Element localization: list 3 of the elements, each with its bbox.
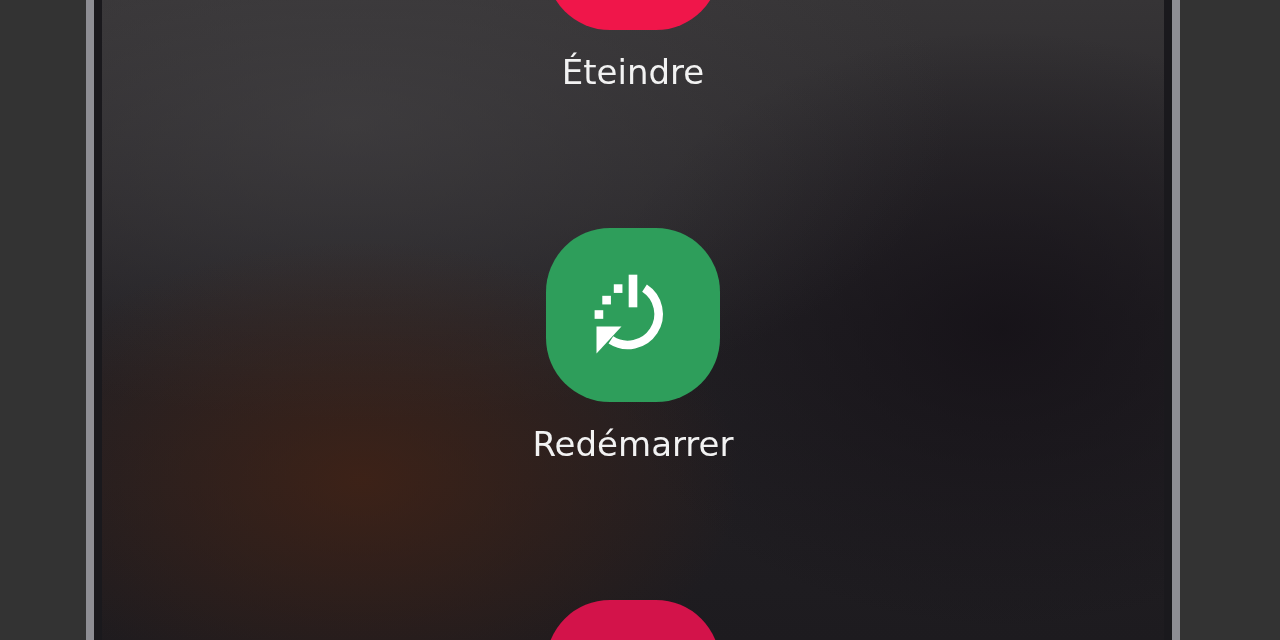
button-label: Éteindre <box>561 52 705 92</box>
restart-button[interactable] <box>546 228 720 402</box>
button-label: Redémarrer <box>532 424 734 464</box>
